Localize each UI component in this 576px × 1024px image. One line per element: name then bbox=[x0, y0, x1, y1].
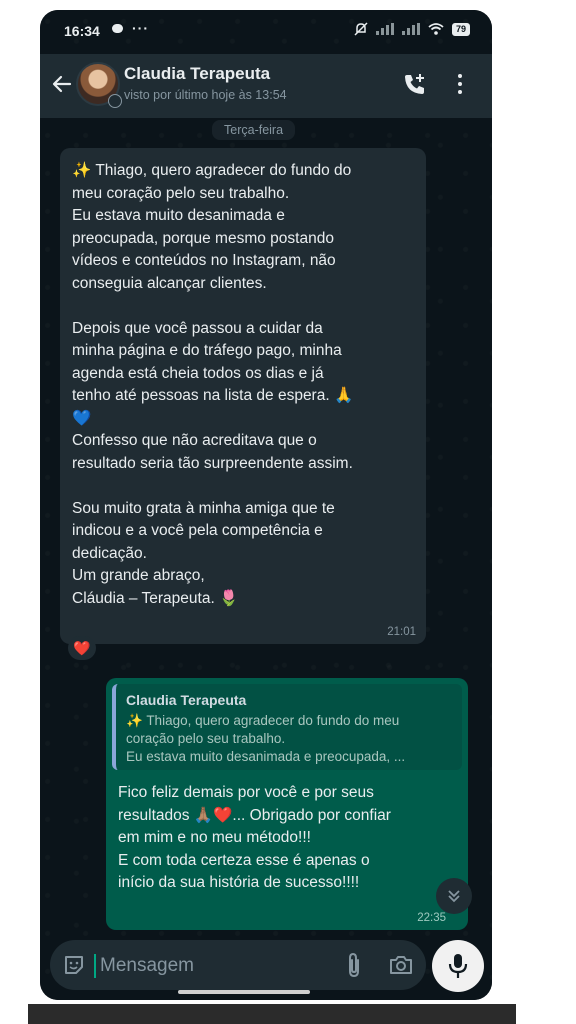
outgoing-message[interactable]: Claudia Terapeuta ✨ Thiago, quero agrade… bbox=[106, 678, 468, 930]
contact-name[interactable]: Claudia Terapeuta bbox=[124, 64, 270, 84]
battery-icon: 79 bbox=[451, 22, 470, 36]
incoming-message[interactable]: ✨ Thiago, quero agradecer do fundo do me… bbox=[60, 148, 426, 644]
last-seen-text: visto por último hoje às 13:54 bbox=[124, 88, 287, 102]
mic-button[interactable] bbox=[432, 940, 484, 992]
more-vertical-icon[interactable] bbox=[456, 74, 464, 96]
wifi-icon bbox=[428, 23, 444, 35]
add-call-icon[interactable] bbox=[402, 72, 428, 98]
signal-2-icon bbox=[401, 23, 420, 35]
date-divider: Terça-feira bbox=[212, 120, 296, 140]
camera-icon[interactable] bbox=[388, 953, 414, 977]
status-bar: 16:34 ··· 79 bbox=[40, 10, 492, 50]
quoted-message[interactable]: Claudia Terapeuta ✨ Thiago, quero agrade… bbox=[112, 684, 462, 770]
chevrons-down-icon[interactable] bbox=[436, 878, 472, 914]
status-icons: 79 bbox=[354, 22, 470, 36]
navigation-strip bbox=[28, 1004, 516, 1024]
phone-screen: 16:34 ··· 79 Claudia Terapeuta visto por… bbox=[40, 10, 492, 1000]
message-input[interactable] bbox=[98, 952, 322, 980]
mute-bell-icon bbox=[354, 22, 368, 36]
sticker-icon[interactable] bbox=[62, 953, 86, 977]
message-notification-icon bbox=[112, 24, 123, 33]
chat-header[interactable]: Claudia Terapeuta visto por último hoje … bbox=[40, 54, 492, 118]
arrow-left-icon[interactable] bbox=[50, 72, 74, 96]
home-indicator bbox=[178, 990, 310, 994]
outgoing-message-text: Fico feliz demais por você e por seus re… bbox=[118, 784, 391, 891]
text-cursor bbox=[94, 954, 96, 978]
status-time: 16:34 bbox=[64, 23, 100, 39]
outgoing-message-time: 22:35 bbox=[417, 912, 446, 924]
status-badge bbox=[108, 94, 122, 108]
paperclip-icon[interactable] bbox=[342, 952, 366, 978]
quoted-text: ✨ Thiago, quero agradecer do fundo do me… bbox=[126, 713, 406, 764]
microphone-icon bbox=[448, 954, 468, 978]
quoted-author: Claudia Terapeuta bbox=[126, 692, 247, 708]
incoming-message-time: 21:01 bbox=[387, 626, 416, 638]
incoming-message-text: ✨ Thiago, quero agradecer do fundo do me… bbox=[72, 162, 354, 607]
message-composer bbox=[50, 940, 426, 990]
more-notifications-icon: ··· bbox=[132, 20, 149, 36]
signal-icon bbox=[375, 23, 394, 35]
heart-reaction[interactable]: ❤️ bbox=[68, 636, 96, 660]
